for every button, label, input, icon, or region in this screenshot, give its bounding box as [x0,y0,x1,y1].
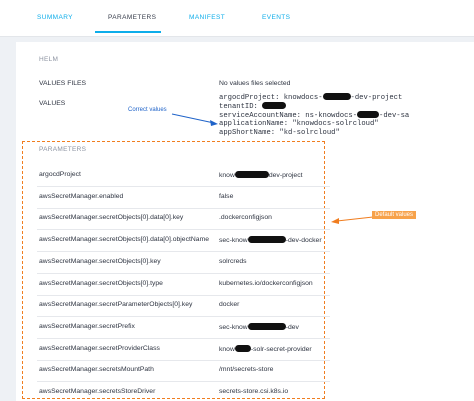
row-divider [37,229,330,230]
param-name: awsSecretManager.secretObjects[0].data[0… [39,214,184,221]
param-value[interactable]: .dockerconfigjson [219,214,272,221]
param-value[interactable]: /mnt/secrets-store [219,366,273,373]
active-tab-indicator [95,31,161,33]
param-name: awsSecretManager.secretParameterObjects[… [39,301,193,308]
param-value[interactable]: know -solr-secret-provider [219,345,312,353]
row-divider [37,338,330,339]
param-value[interactable]: kubernetes.io/dockerconfigjson [219,280,313,287]
redacted-block [247,323,286,330]
tab-bar: SUMMARY PARAMETERS MANIFEST EVENTS [0,0,474,37]
row-divider [37,273,330,274]
param-name: awsSecretManager.secretObjects[0].key [39,258,161,265]
param-name: awsSecretManager.secretsStoreDriver [39,388,156,395]
param-name: awsSecretManager.secretProviderClass [39,345,160,352]
param-name: argocdProject [39,171,81,178]
tab-parameters[interactable]: PARAMETERS [108,14,156,21]
values-label: VALUES [39,100,66,107]
param-name: awsSecretManager.secretsMountPath [39,366,154,373]
row-divider [37,381,330,382]
tab-events[interactable]: EVENTS [262,14,290,21]
redacted-block [322,93,351,100]
row-divider [37,316,330,317]
values-line: applicationName: "knowdocs-solrcloud" [219,120,379,128]
parameters-section-header: PARAMETERS [39,146,87,153]
redacted-block [234,345,251,352]
param-value[interactable]: docker [219,301,239,308]
values-files-label: VALUES FILES [39,80,87,87]
values-line: appShortName: "kd-solrcloud" [219,129,340,137]
redacted-block [247,236,286,243]
callout-arrow-icon [331,216,374,224]
helm-section-header: HELM [39,56,59,63]
redacted-block [262,102,287,109]
param-value[interactable]: solrcreds [219,258,247,265]
param-value[interactable]: false [219,193,233,200]
param-name: awsSecretManager.secretObjects[0].type [39,280,163,287]
param-name: awsSecretManager.secretObjects[0].data[0… [39,236,210,243]
param-value[interactable]: know dev-project [219,171,303,179]
callout-arrow-icon [171,113,218,126]
param-value[interactable]: sec-know -dev-docker [219,236,322,244]
row-divider [37,360,330,361]
correct-values-callout: Correct values [128,107,167,113]
param-name: awsSecretManager.enabled [39,193,124,200]
row-divider [37,251,330,252]
redacted-block [357,111,380,118]
tab-manifest[interactable]: MANIFEST [189,14,225,21]
default-values-callout: Default values [372,211,417,219]
param-name: awsSecretManager.secretPrefix [39,323,135,330]
param-value[interactable]: secrets-store.csi.k8s.io [219,388,288,395]
row-divider [37,208,330,209]
row-divider [37,186,330,187]
redacted-block [234,171,269,178]
tab-summary[interactable]: SUMMARY [37,14,73,21]
param-value[interactable]: sec-know -dev [219,323,299,331]
values-files-value: No values files selected [219,80,291,87]
row-divider [37,295,330,296]
